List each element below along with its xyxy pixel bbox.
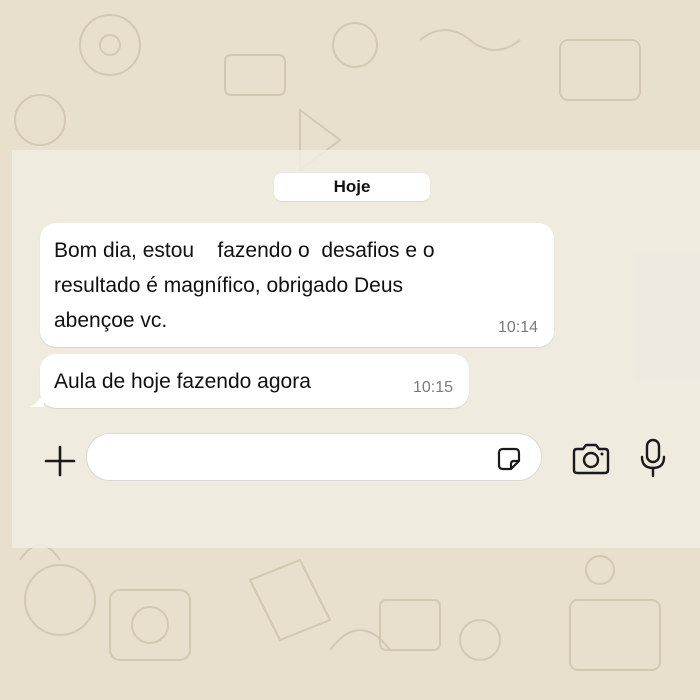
message-text: Aula de hoje fazendo agora: [54, 370, 311, 393]
bubble-tail: [30, 393, 44, 407]
message-composer: [12, 425, 700, 495]
plus-icon[interactable]: [42, 443, 78, 479]
message-bubble-incoming[interactable]: Aula de hoje fazendo agora 10:15: [40, 354, 469, 408]
camera-icon[interactable]: [570, 440, 612, 478]
microphone-icon[interactable]: [638, 437, 668, 479]
message-input[interactable]: [86, 433, 542, 481]
message-timestamp: 10:14: [497, 319, 538, 336]
message-timestamp: 10:15: [412, 379, 453, 396]
message-text: Bom dia, estou fazendo o desafios e o re…: [54, 239, 435, 332]
date-divider-label: Hoje: [333, 177, 371, 196]
sticker-icon[interactable]: [494, 444, 524, 474]
date-divider: Hoje: [274, 173, 430, 201]
message-bubble-incoming[interactable]: Bom dia, estou fazendo o desafios e o re…: [40, 223, 554, 347]
